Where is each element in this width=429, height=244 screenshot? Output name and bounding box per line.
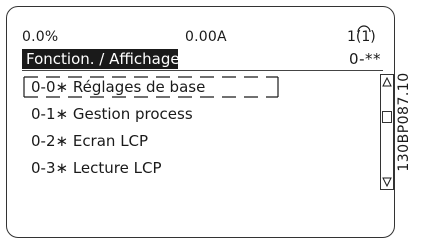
menu-item-lecture-lcp[interactable]: 0-3∗ Lecture LCP [31, 158, 162, 178]
group-title: Fonction. / Affichage [22, 49, 178, 69]
parameter-group-header: Fonction. / Affichage 0-** [22, 49, 383, 71]
group-number: 0-** [349, 50, 381, 68]
active-setup-indicator: 1(1) [347, 21, 376, 47]
menu-item-gestion-process[interactable]: 0-1∗ Gestion process [31, 104, 193, 124]
figure-reference: 130BP087.10 [396, 72, 412, 172]
status-percent: 0.0% [22, 29, 59, 45]
triangle-down-icon[interactable] [382, 177, 392, 187]
menu-item-ecran-lcp[interactable]: 0-2∗ Ecran LCP [31, 131, 148, 151]
lcp-display: 0.0% 0.00A 1(1) Fonction. / Affichage 0-… [6, 6, 395, 238]
triangle-up-icon[interactable] [382, 77, 392, 87]
status-current: 0.00A [185, 29, 227, 45]
setup-number: 1(1) [347, 29, 376, 45]
scroll-thumb[interactable] [382, 111, 392, 123]
scrollbar[interactable] [380, 74, 394, 190]
menu-item-reglages-de-base[interactable]: 0-0∗ Réglages de base [31, 77, 205, 97]
